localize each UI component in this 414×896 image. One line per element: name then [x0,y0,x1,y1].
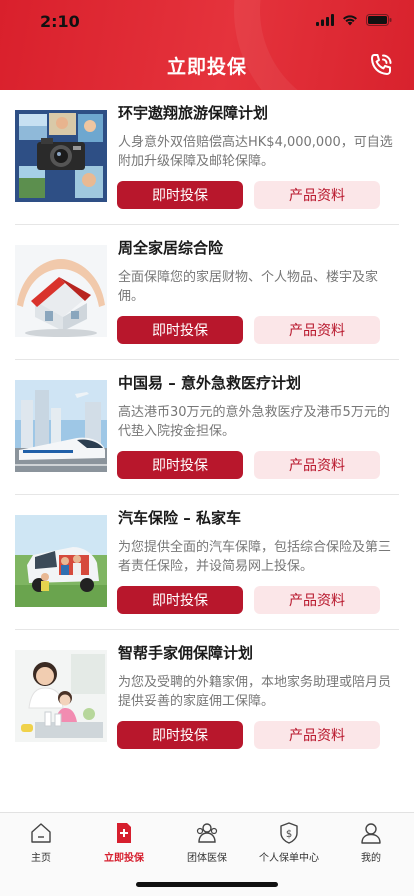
home-icon [29,821,53,845]
signal-icon [316,14,334,26]
status-time: 2:10 [40,12,80,31]
buy-now-button[interactable]: 即时投保 [117,586,243,614]
call-button[interactable] [368,52,394,78]
tab-label: 立即投保 [104,853,144,864]
tab-label: 我的 [361,853,381,864]
car-product-image [15,515,107,607]
tab-label: 主页 [31,853,51,864]
home-indicator [136,882,278,887]
buy-now-button[interactable]: 即时投保 [117,181,243,209]
product-item-travel: 环宇遨翔旅游保障计划 人身意外双倍赔偿高达HK$4,000,000，可自选附加升… [15,90,399,225]
tab-mine[interactable]: 我的 [330,821,412,864]
product-title: 环宇遨翔旅游保障计划 [118,104,269,122]
tab-personal-policy[interactable]: $ 个人保单中心 [248,821,330,864]
buy-now-button[interactable]: 即时投保 [117,316,243,344]
wifi-icon [343,15,357,26]
product-description: 全面保障您的家居财物、个人物品、楼宇及家佣。 [118,270,379,304]
product-title: 周全家居综合险 [118,239,224,257]
phone-icon [371,54,392,75]
product-item-car: 汽车保险 – 私家车 为您提供全面的汽车保障，包括综合保险及第三者责任保险，并设… [15,495,399,630]
domestic-helper-product-image [15,650,107,742]
tab-buy-now[interactable]: 立即投保 [83,821,165,864]
product-title: 中国易 – 意外急救医疗计划 [118,374,301,392]
travel-product-image [15,110,107,202]
product-info-button[interactable]: 产品资料 [254,181,380,209]
document-plus-icon [112,821,136,845]
tab-label: 个人保单中心 [259,853,319,864]
group-icon [195,821,219,845]
china-medical-product-image [15,380,107,472]
buy-now-button[interactable]: 即时投保 [117,721,243,749]
product-description: 人身意外双倍赔偿高达HK$4,000,000，可自选附加升级保障及邮轮保障。 [118,135,393,169]
product-info-button[interactable]: 产品资料 [254,451,380,479]
product-title: 汽车保险 – 私家车 [118,509,241,527]
product-description: 高达港币30万元的意外急救医疗及港币5万元的代垫入院按金担保。 [118,405,390,439]
product-item-home: 周全家居综合险 全面保障您的家居财物、个人物品、楼宇及家佣。 即时投保 产品资料 [15,225,399,360]
status-icons [316,14,392,26]
home-product-image [15,245,107,337]
product-info-button[interactable]: 产品资料 [254,586,380,614]
product-item-domestic-helper: 智帮手家佣保障计划 为您及受聘的外籍家佣，本地家务助理或陪月员提供妥善的家庭佣工… [15,630,399,765]
status-bar: 2:10 [0,0,414,44]
product-list: 环宇遨翔旅游保障计划 人身意外双倍赔偿高达HK$4,000,000，可自选附加升… [0,90,414,765]
product-description: 为您及受聘的外籍家佣，本地家务助理或陪月员提供妥善的家庭佣工保障。 [118,675,392,709]
product-title: 智帮手家佣保障计划 [118,644,254,662]
product-item-china-medical: 中国易 – 意外急救医疗计划 高达港币30万元的意外急救医疗及港币5万元的代垫入… [15,360,399,495]
tab-home[interactable]: 主页 [0,821,82,864]
header-bar: 2:10 立即投保 [0,0,414,90]
tab-label: 团体医保 [187,853,227,864]
shield-dollar-icon: $ [277,821,301,845]
buy-now-button[interactable]: 即时投保 [117,451,243,479]
battery-icon [366,14,392,26]
page-title: 立即投保 [166,56,247,78]
svg-text:$: $ [286,829,292,840]
product-description: 为您提供全面的汽车保障，包括综合保险及第三者责任保险，并设简易网上投保。 [118,540,392,574]
product-info-button[interactable]: 产品资料 [254,721,380,749]
tab-group-medical[interactable]: 团体医保 [166,821,248,864]
person-icon [359,821,383,845]
product-info-button[interactable]: 产品资料 [254,316,380,344]
